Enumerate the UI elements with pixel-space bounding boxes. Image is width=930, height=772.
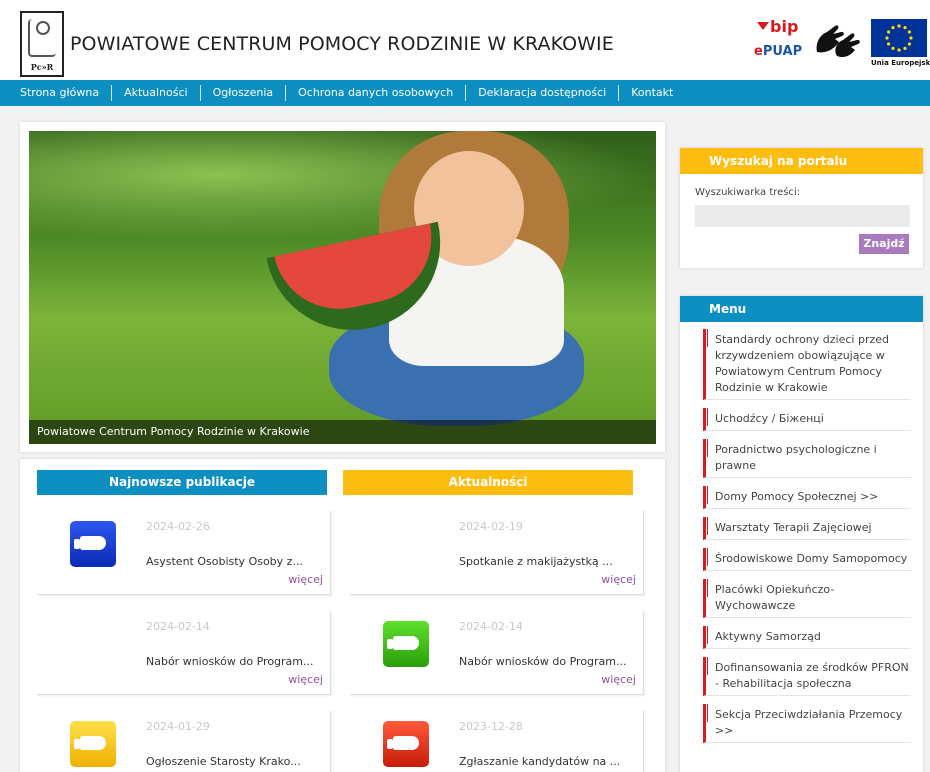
- news-date: 2023-12-28: [459, 720, 523, 733]
- news-date: 2024-02-19: [459, 520, 523, 533]
- pointing-hand-icon: [383, 621, 429, 667]
- menu-item-violence-prevention[interactable]: Sekcja Przeciwdziałania Przemocy >>: [703, 704, 911, 743]
- menu-item-self-help-homes[interactable]: Środowiskowe Domy Samopomocy: [703, 548, 911, 571]
- search-box: Wyszukaj na portalu Wyszukiwarka treści:…: [680, 148, 923, 268]
- pointing-hand-icon: [383, 721, 429, 767]
- news-title[interactable]: Nabór wniosków do Program...: [459, 655, 627, 668]
- latest-publications-header: Najnowsze publikacje: [37, 470, 327, 495]
- publication-title[interactable]: Asystent Osobisty Osoby z...: [146, 555, 303, 568]
- nav-data-protection[interactable]: Ochrona danych osobowych: [285, 85, 465, 101]
- eu-caption: Unia Europejska: [871, 59, 930, 67]
- nav-accessibility[interactable]: Deklaracja dostępności: [465, 85, 618, 101]
- epuap-link[interactable]: ePUAP: [754, 44, 802, 59]
- site-header: Pc»R POWIATOWE CENTRUM POMOCY RODZINIE W…: [0, 0, 930, 80]
- news-item[interactable]: 2023-12-28 Zgłaszanie kandydatów na ...: [350, 711, 644, 772]
- epuap-prefix: e: [754, 44, 763, 59]
- publication-date: 2024-01-29: [146, 720, 210, 733]
- eu-logo[interactable]: Unia Europejska: [871, 19, 930, 69]
- menu-item-social-homes[interactable]: Domy Pomocy Społecznej >>: [703, 486, 911, 509]
- news-title[interactable]: Spotkanie z makijażystką ...: [459, 555, 613, 568]
- bip-flag-icon: [757, 22, 769, 30]
- publication-title[interactable]: Nabór wniosków do Program...: [146, 655, 314, 668]
- more-link[interactable]: więcej: [601, 573, 636, 586]
- hero-caption: Powiatowe Centrum Pomocy Rodzinie w Krak…: [29, 420, 656, 444]
- search-input[interactable]: [695, 205, 910, 227]
- bip-label: bip: [770, 17, 799, 36]
- nav-news[interactable]: Aktualności: [111, 85, 200, 101]
- pcpr-logo[interactable]: Pc»R: [20, 11, 64, 77]
- news-item[interactable]: 2024-02-14 Nabór wniosków do Program... …: [350, 611, 644, 695]
- pointing-hand-icon: [70, 721, 116, 767]
- nav-contact[interactable]: Kontakt: [618, 85, 685, 101]
- publication-item[interactable]: 2024-02-14 Nabór wniosków do Program... …: [37, 611, 331, 695]
- more-link[interactable]: więcej: [601, 673, 636, 686]
- search-title: Wyszukaj na portalu: [680, 148, 923, 174]
- news-item[interactable]: 2024-02-19 Spotkanie z makijażystką ... …: [350, 511, 644, 595]
- menu-item-refugees[interactable]: Uchodźcy / Біженці: [703, 408, 911, 431]
- epuap-label: PUAP: [762, 44, 803, 59]
- pointing-hand-icon: [70, 521, 116, 567]
- news-date: 2024-02-14: [459, 620, 523, 633]
- site-title: POWIATOWE CENTRUM POMOCY RODZINIE W KRAK…: [70, 33, 614, 55]
- main-nav: Strona główna Aktualności Ogłoszenia Och…: [0, 80, 930, 106]
- hero-image[interactable]: Powiatowe Centrum Pomocy Rodzinie w Krak…: [29, 131, 656, 444]
- menu-item-child-protection[interactable]: Standardy ochrony dzieci przed krzywdzen…: [703, 329, 911, 400]
- publication-date: 2024-02-26: [146, 520, 210, 533]
- nav-home[interactable]: Strona główna: [20, 85, 111, 101]
- menu-item-care-facilities[interactable]: Placówki Opiekuńczo-Wychowawcze: [703, 579, 911, 618]
- more-link[interactable]: więcej: [288, 673, 323, 686]
- sign-language-icon[interactable]: [813, 22, 863, 60]
- hero-card: Powiatowe Centrum Pomocy Rodzinie w Krak…: [20, 122, 665, 452]
- publication-item[interactable]: 2024-02-26 Asystent Osobisty Osoby z... …: [37, 511, 331, 595]
- search-label: Wyszukiwarka treści:: [695, 187, 801, 198]
- search-button[interactable]: Znajdź: [859, 234, 909, 254]
- news-title[interactable]: Zgłaszanie kandydatów na ...: [459, 755, 620, 768]
- eu-flag-icon: [871, 19, 927, 57]
- publication-date: 2024-02-14: [146, 620, 210, 633]
- menu-list: Standardy ochrony dzieci przed krzywdzen…: [703, 329, 911, 751]
- menu-item-workshops[interactable]: Warsztaty Terapii Zajęciowej: [703, 517, 911, 540]
- nav-announcements[interactable]: Ogłoszenia: [199, 85, 286, 101]
- publications-card: Najnowsze publikacje Aktualności 2024-02…: [20, 459, 665, 772]
- menu-item-counseling[interactable]: Poradnictwo psychologiczne i prawne: [703, 439, 911, 478]
- family-icon: [28, 19, 56, 57]
- publication-item[interactable]: 2024-01-29 Ogłoszenie Starosty Krako...: [37, 711, 331, 772]
- bip-link[interactable]: bip: [757, 17, 798, 36]
- menu-item-active-government[interactable]: Aktywny Samorząd: [703, 626, 911, 649]
- more-link[interactable]: więcej: [288, 573, 323, 586]
- publication-title[interactable]: Ogłoszenie Starosty Krako...: [146, 755, 301, 768]
- menu-title: Menu: [680, 296, 923, 322]
- logo-text: Pc»R: [30, 62, 54, 72]
- news-header: Aktualności: [343, 470, 633, 495]
- menu-item-pfron[interactable]: Dofinansowania ze środków PFRON - Rehabi…: [703, 657, 911, 696]
- side-menu: Menu Standardy ochrony dzieci przed krzy…: [680, 296, 923, 772]
